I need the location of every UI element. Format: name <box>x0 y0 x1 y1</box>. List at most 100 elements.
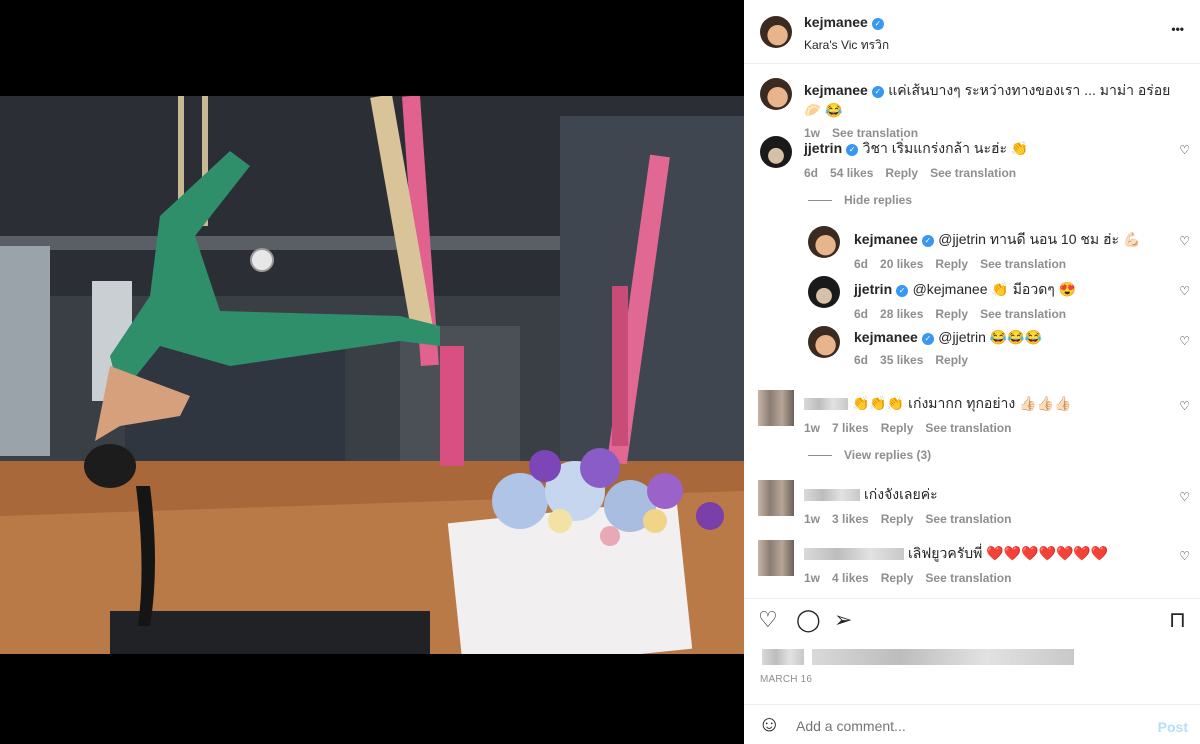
reply-meta: 6d 28 likes Reply See translation <box>854 307 1174 321</box>
hide-replies-button[interactable]: Hide replies <box>808 193 924 207</box>
comment-text: เก่งจังเลยค่ะ <box>864 486 938 502</box>
reply-username[interactable]: jjetrin <box>854 281 892 297</box>
comment-likes[interactable]: 4 likes <box>832 571 869 585</box>
comment-input[interactable] <box>796 715 1126 737</box>
reply-button[interactable]: Reply <box>881 421 914 435</box>
caption: kejmanee ✓ แค่เส้นบางๆ ระหว่างทางของเรา .… <box>804 80 1184 140</box>
author-username[interactable]: kejmanee <box>804 14 868 30</box>
post-button[interactable]: Post <box>1158 719 1188 735</box>
comment-time[interactable]: 1w <box>804 571 820 585</box>
reply-button[interactable]: Reply <box>935 353 968 367</box>
see-translation-link[interactable]: See translation <box>925 512 1011 526</box>
blurred-username <box>804 397 848 410</box>
reply-button[interactable]: Reply <box>935 257 968 271</box>
comment-meta: 1w 3 likes Reply See translation <box>804 512 1164 526</box>
reply-username[interactable]: kejmanee <box>854 231 918 247</box>
caption-avatar[interactable] <box>760 78 792 110</box>
liked-by-text <box>812 648 1075 665</box>
comment-time[interactable]: 1w <box>804 512 820 526</box>
commenter-avatar[interactable] <box>760 136 792 168</box>
comment-meta: 1w 4 likes Reply See translation <box>804 571 1174 585</box>
verified-badge-icon: ✓ <box>896 285 909 297</box>
comment-text: 👏👏👏 เก่งมากก ทุกอย่าง 👍🏻👍🏻👍🏻 <box>852 395 1072 411</box>
reply-text: @jjetrin 😂😂😂 <box>938 329 1043 345</box>
reply-item: kejmanee ✓ @jjetrin ทานดี นอน 10 ชม ฮ่ะ 💪… <box>854 229 1174 271</box>
reply-time[interactable]: 6d <box>854 353 868 367</box>
like-reply-heart-icon[interactable]: ♡ <box>1179 284 1190 298</box>
reply-time[interactable]: 6d <box>854 307 868 321</box>
commenter-avatar[interactable] <box>758 540 794 576</box>
comment-likes[interactable]: 54 likes <box>830 166 873 180</box>
comment-meta: 1w 7 likes Reply See translation <box>804 421 1164 435</box>
like-comment-heart-icon[interactable]: ♡ <box>1179 490 1190 504</box>
comment-icon[interactable]: ◯ <box>796 609 821 631</box>
comment-item: jjetrin ✓ วิชา เริ่มแกร่งกล้า นะฮ่ะ 👏 6d 5… <box>804 138 1164 180</box>
emoji-icon[interactable]: ☺ <box>758 713 780 735</box>
like-comment-heart-icon[interactable]: ♡ <box>1179 143 1190 157</box>
post-photo <box>0 96 744 654</box>
author-block: kejmanee ✓ Kara's Vic ทรวิก <box>804 14 889 55</box>
aerial-yoga-photo <box>0 96 744 654</box>
author-avatar[interactable] <box>760 16 792 48</box>
see-translation-link[interactable]: See translation <box>925 571 1011 585</box>
bookmark-icon[interactable]: ⊓ <box>1169 609 1186 631</box>
comment-meta: 6d 54 likes Reply See translation <box>804 166 1164 180</box>
like-heart-icon[interactable]: ♡ <box>758 609 778 631</box>
verified-badge-icon: ✓ <box>871 86 884 98</box>
reply-button[interactable]: Reply <box>935 307 968 321</box>
reply-likes[interactable]: 28 likes <box>880 307 923 321</box>
see-translation-link[interactable]: See translation <box>980 257 1066 271</box>
comment-item: 👏👏👏 เก่งมากก ทุกอย่าง 👍🏻👍🏻👍🏻 1w 7 likes Re… <box>804 393 1164 435</box>
reply-avatar[interactable] <box>808 276 840 308</box>
post-media[interactable] <box>0 0 744 744</box>
comments-panel: kejmanee ✓ Kara's Vic ทรวิก ••• kejmanee ✓… <box>744 0 1200 744</box>
verified-badge-icon: ✓ <box>921 235 934 247</box>
see-translation-link[interactable]: See translation <box>925 421 1011 435</box>
post-modal: kejmanee ✓ Kara's Vic ทรวิก ••• kejmanee ✓… <box>0 0 1200 744</box>
comment-likes[interactable]: 7 likes <box>832 421 869 435</box>
liked-by-row[interactable] <box>762 648 1078 666</box>
view-replies-label: View replies (3) <box>844 448 932 462</box>
caption-username[interactable]: kejmanee <box>804 82 868 98</box>
reply-text: @kejmanee 👏 มีอวดๆ 😍 <box>912 281 1077 297</box>
comment-text: เลิฟยูวครับพี่ ❤️❤️❤️❤️❤️❤️❤️ <box>908 545 1109 561</box>
hide-replies-label: Hide replies <box>844 193 913 207</box>
like-reply-heart-icon[interactable]: ♡ <box>1179 234 1190 248</box>
share-icon[interactable]: ➢ <box>834 609 852 631</box>
reply-time[interactable]: 6d <box>854 257 868 271</box>
reply-text: @jjetrin ทานดี นอน 10 ชม ฮ่ะ 💪🏻 <box>938 231 1141 247</box>
reply-meta: 6d 35 likes Reply <box>854 353 1174 367</box>
comment-item: เลิฟยูวครับพี่ ❤️❤️❤️❤️❤️❤️❤️ 1w 4 likes R… <box>804 543 1174 585</box>
comment-item: เก่งจังเลยค่ะ 1w 3 likes Reply See translat… <box>804 484 1164 526</box>
post-date[interactable]: MARCH 16 <box>760 674 812 685</box>
reply-likes[interactable]: 20 likes <box>880 257 923 271</box>
reply-avatar[interactable] <box>808 326 840 358</box>
more-options-icon[interactable]: ••• <box>1171 22 1184 36</box>
add-comment-bar: ☺ Post <box>744 704 1200 744</box>
comment-username[interactable]: jjetrin <box>804 140 842 156</box>
verified-badge-icon: ✓ <box>846 144 859 156</box>
like-reply-heart-icon[interactable]: ♡ <box>1179 334 1190 348</box>
liked-by-avatars <box>762 648 804 665</box>
see-translation-link[interactable]: See translation <box>930 166 1016 180</box>
commenter-avatar[interactable] <box>758 480 794 516</box>
post-header: kejmanee ✓ Kara's Vic ทรวิก ••• <box>744 0 1200 64</box>
reply-button[interactable]: Reply <box>885 166 918 180</box>
blurred-username <box>804 488 860 501</box>
comment-time[interactable]: 1w <box>804 421 820 435</box>
like-comment-heart-icon[interactable]: ♡ <box>1179 549 1190 563</box>
reply-username[interactable]: kejmanee <box>854 329 918 345</box>
commenter-avatar[interactable] <box>758 390 794 426</box>
reply-avatar[interactable] <box>808 226 840 258</box>
post-location[interactable]: Kara's Vic ทรวิก <box>804 36 889 55</box>
reply-button[interactable]: Reply <box>881 512 914 526</box>
view-replies-button[interactable]: View replies (3) <box>808 448 943 462</box>
see-translation-link[interactable]: See translation <box>980 307 1066 321</box>
verified-badge-icon: ✓ <box>871 18 884 30</box>
comment-likes[interactable]: 3 likes <box>832 512 869 526</box>
reply-likes[interactable]: 35 likes <box>880 353 923 367</box>
comment-time[interactable]: 6d <box>804 166 818 180</box>
reply-meta: 6d 20 likes Reply See translation <box>854 257 1174 271</box>
like-comment-heart-icon[interactable]: ♡ <box>1179 399 1190 413</box>
reply-button[interactable]: Reply <box>881 571 914 585</box>
